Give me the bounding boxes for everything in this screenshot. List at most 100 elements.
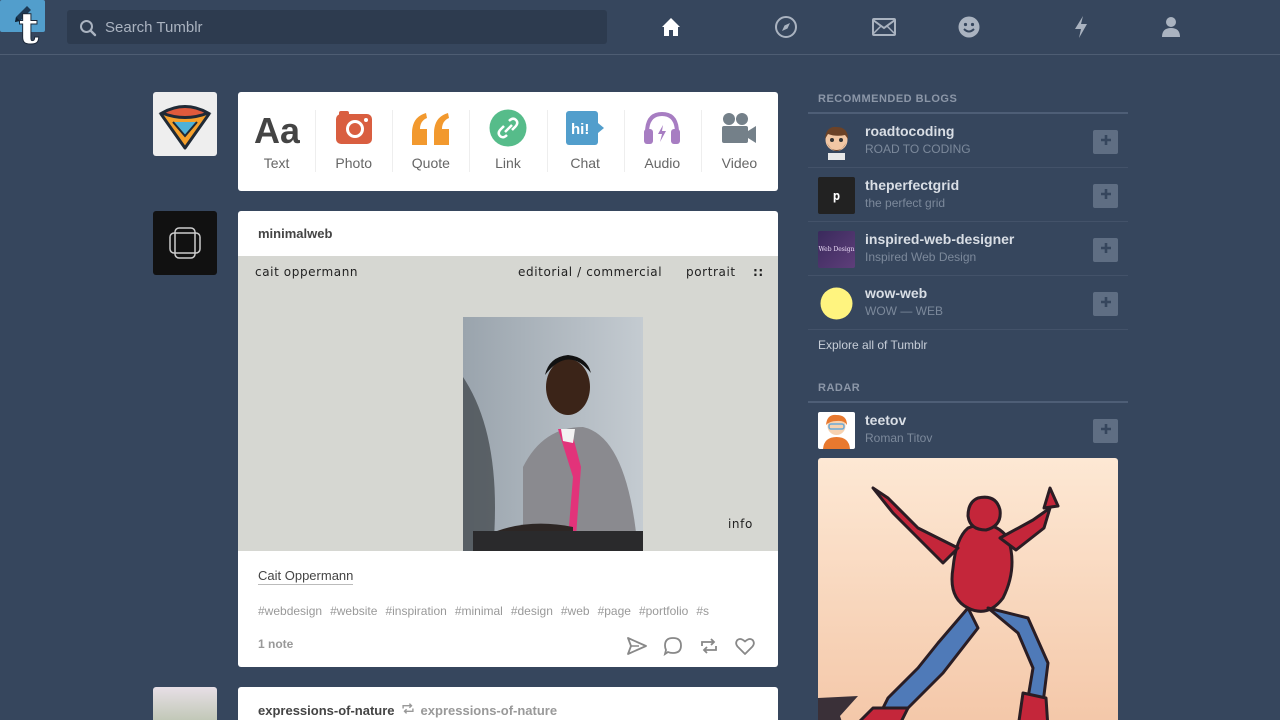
recommended-blogs-title: RECOMMENDED BLOGS — [818, 93, 958, 105]
post-type-video[interactable]: Video — [700, 92, 778, 191]
tag-link[interactable]: #inspiration — [385, 604, 446, 618]
follow-button[interactable] — [1093, 184, 1118, 208]
post-caption-link[interactable]: Cait Oppermann — [258, 568, 354, 585]
post-blog-name[interactable]: minimalweb — [258, 226, 332, 241]
plus-icon — [1100, 295, 1112, 313]
plus-icon — [1100, 187, 1112, 205]
tag-link[interactable]: #s — [696, 604, 709, 618]
mail-icon[interactable] — [871, 14, 897, 40]
share-icon[interactable] — [626, 635, 648, 657]
blog-name: theperfectgrid — [865, 177, 960, 193]
minimalweb-avatar[interactable] — [153, 211, 217, 275]
tag-link[interactable]: #portfolio — [639, 604, 688, 618]
like-heart-icon[interactable] — [734, 635, 756, 657]
blog-avatar — [818, 285, 855, 322]
headphones-icon — [643, 108, 681, 148]
portrait-image — [463, 317, 643, 551]
tag-link[interactable]: #page — [598, 604, 631, 618]
post-type-label: Chat — [570, 155, 600, 171]
photo-text-name: cait oppermann — [255, 265, 359, 279]
radar-post-image[interactable] — [818, 458, 1118, 720]
svg-text:Aa: Aa — [254, 110, 300, 147]
blog-name: roadtocoding — [865, 123, 955, 139]
tumblr-logo-icon[interactable]: t — [17, 3, 51, 54]
tag-link[interactable]: #website — [330, 604, 377, 618]
recommended-blog-item[interactable]: roadtocoding ROAD TO CODING — [808, 114, 1128, 168]
post-type-label: Link — [495, 155, 521, 171]
post-type-photo[interactable]: Photo — [315, 92, 392, 191]
user-avatar[interactable] — [153, 92, 217, 156]
lightning-icon[interactable] — [1068, 14, 1094, 40]
quote-icon — [410, 108, 452, 148]
post-blog-name[interactable]: expressions-of-nature — [258, 703, 395, 718]
tag-link[interactable]: #web — [561, 604, 590, 618]
explore-compass-icon[interactable] — [773, 14, 799, 40]
post-type-bar: Aa Text Photo Quote Link hi! Chat Audio — [238, 92, 778, 191]
post-type-quote[interactable]: Quote — [392, 92, 469, 191]
video-icon — [720, 108, 758, 148]
photo-text-corner: info — [728, 517, 753, 531]
photo-text-menu: :: — [753, 265, 764, 279]
post-type-label: Quote — [411, 155, 450, 171]
photo-text-menu: portrait — [686, 265, 736, 279]
blog-avatar — [818, 123, 855, 160]
blog-name: inspired-web-designer — [865, 231, 1015, 247]
radar-blog-item[interactable]: teetov Roman Titov — [808, 403, 1128, 457]
tag-link[interactable]: #design — [511, 604, 553, 618]
search-input[interactable] — [105, 10, 595, 44]
post-type-label: Photo — [335, 155, 372, 171]
reblogged-from-name[interactable]: expressions-of-nature — [421, 703, 558, 718]
explore-tumblr-link[interactable]: Explore all of Tumblr — [818, 338, 927, 352]
post-tags: #webdesign #website #inspiration #minimal #d… — [258, 604, 762, 618]
svg-text:t: t — [19, 7, 39, 47]
blog-avatar: Web Design — [818, 231, 855, 268]
reply-icon[interactable] — [662, 635, 684, 657]
person-icon[interactable] — [1158, 14, 1184, 40]
plus-icon — [1100, 422, 1112, 440]
blog-subtitle: WOW — WEB — [865, 304, 943, 318]
home-icon[interactable] — [658, 14, 684, 40]
blog-subtitle: ROAD TO CODING — [865, 142, 971, 156]
blog-avatar — [818, 412, 855, 449]
post-card: expressions-of-nature expressions-of-nat… — [238, 687, 778, 720]
post-photo[interactable]: cait oppermann editorial / commercial po… — [238, 256, 778, 551]
tag-link[interactable]: #minimal — [455, 604, 503, 618]
follow-button[interactable] — [1093, 130, 1118, 154]
post-type-text[interactable]: Aa Text — [238, 92, 315, 191]
photo-text-menu: editorial / commercial — [518, 265, 663, 279]
blog-subtitle: Inspired Web Design — [865, 250, 977, 264]
blog-subtitle: the perfect grid — [865, 196, 946, 210]
expressions-of-nature-avatar[interactable] — [153, 687, 217, 720]
recommended-blog-item[interactable]: wow-web WOW — WEB — [808, 276, 1128, 330]
reblog-icon — [401, 702, 415, 718]
post-type-chat[interactable]: hi! Chat — [546, 92, 624, 191]
blog-name: wow-web — [865, 285, 928, 301]
post-type-label: Video — [721, 155, 758, 171]
recommended-blog-item[interactable]: p theperfectgrid the perfect grid — [808, 168, 1128, 222]
post-type-link[interactable]: Link — [469, 92, 546, 191]
follow-button[interactable] — [1093, 419, 1118, 443]
top-navigation-bar: t — [0, 0, 1280, 55]
blog-avatar-badge: Web Design — [818, 246, 855, 253]
blog-name: teetov — [865, 412, 907, 428]
smiley-icon[interactable] — [956, 14, 982, 40]
blog-avatar-badge: p — [832, 188, 841, 203]
link-icon — [489, 108, 527, 148]
recommended-blog-item[interactable]: Web Design inspired-web-designer Inspire… — [808, 222, 1128, 276]
post-type-label: Audio — [644, 155, 681, 171]
radar-title: RADAR — [818, 382, 861, 394]
follow-button[interactable] — [1093, 238, 1118, 262]
camera-icon — [335, 108, 373, 148]
text-icon: Aa — [254, 108, 300, 148]
search-icon — [79, 19, 97, 42]
post-type-label: Text — [263, 155, 290, 171]
blog-subtitle: Roman Titov — [865, 431, 933, 445]
plus-icon — [1100, 133, 1112, 151]
tag-link[interactable]: #webdesign — [258, 604, 322, 618]
post-type-audio[interactable]: Audio — [623, 92, 701, 191]
follow-button[interactable] — [1093, 292, 1118, 316]
reblog-icon[interactable] — [698, 635, 720, 657]
note-count[interactable]: 1 note — [258, 637, 293, 651]
blog-avatar: p — [818, 177, 855, 214]
search-bar[interactable] — [67, 10, 607, 44]
